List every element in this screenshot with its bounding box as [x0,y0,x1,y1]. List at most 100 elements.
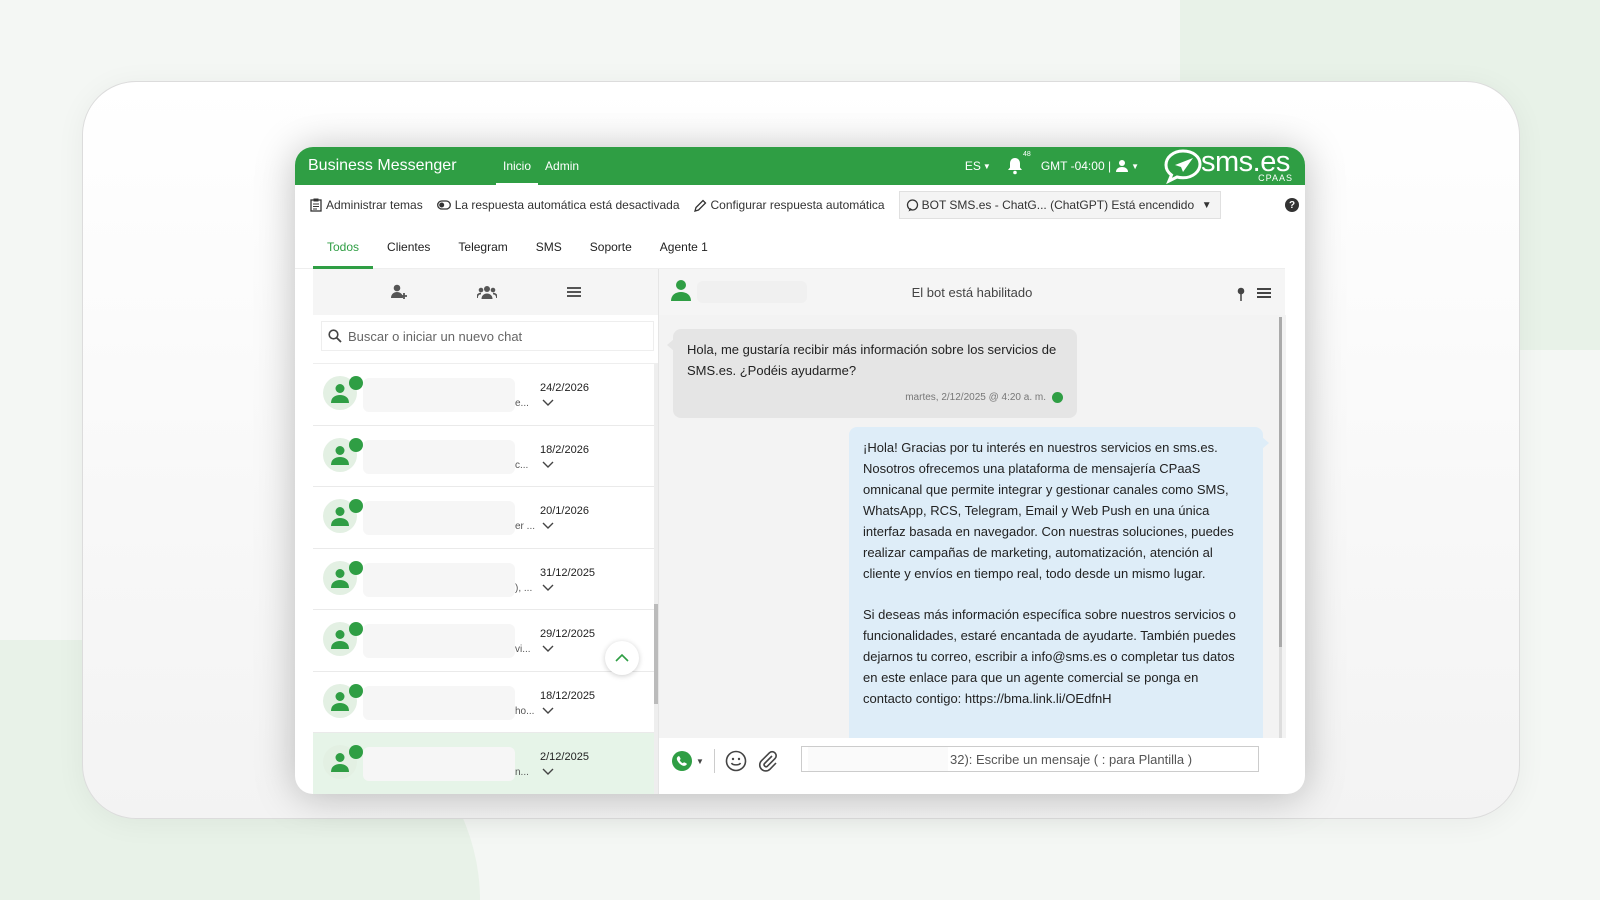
chat-list-item[interactable]: c... 18/2/2026 [313,426,658,487]
tab-agente-1[interactable]: Agente 1 [646,225,722,268]
message-area: Hola, me gustaría recibir más informació… [659,315,1286,738]
chat-date: 31/12/2025 [540,566,596,579]
chevron-down-icon[interactable] [542,522,554,529]
pencil-icon [693,199,706,212]
add-contact-icon[interactable] [390,284,408,300]
message-composer: ▼ 32): Escribe un mensaje ( : para Plant… [659,738,1286,784]
menu-icon[interactable] [567,286,582,298]
whatsapp-icon [349,437,363,452]
chevron-down-icon[interactable] [542,584,554,591]
chat-date: 24/2/2026 [540,382,589,394]
contact-name [363,747,515,781]
tab-telegram[interactable]: Telegram [444,225,521,268]
bot-bubble-icon [906,198,918,211]
sms-es-logo: sms.es CPAAS [1157,147,1305,185]
message-snippet: ), ... [515,582,533,594]
person-icon [331,507,349,526]
whatsapp-icon [349,683,363,698]
tab-clientes[interactable]: Clientes [373,225,444,268]
search-icon [328,329,342,343]
chevron-down-icon[interactable] [542,461,554,468]
message-snippet: ho... [515,705,535,717]
person-icon [331,630,349,649]
group-icon[interactable] [477,284,498,300]
notification-count: 48 [1023,151,1031,158]
toolbar: Administrar temas La respuesta automátic… [295,185,1305,225]
message-snippet: c... [515,459,529,471]
language-selector[interactable]: ES ▼ [965,159,991,173]
attachment-icon[interactable] [757,750,779,772]
nav-inicio[interactable]: Inicio [496,147,539,185]
auto-reply-toggle[interactable]: La respuesta automática está desactivada [436,198,680,212]
chat-list-item[interactable]: n... 2/12/2025 [313,733,658,794]
chevron-down-icon[interactable] [542,399,554,406]
tab-soporte[interactable]: Soporte [576,225,646,268]
bot-select-value: BOT SMS.es - ChatG... (ChatGPT) Está enc… [921,198,1195,212]
bell-icon [1007,158,1022,175]
chat-date: 20/1/2026 [540,505,589,517]
chat-list-item[interactable]: ), ... 31/12/2025 [313,549,658,610]
caret-down-icon: ▼ [982,161,991,171]
user-menu[interactable]: GMT -04:00 | ▼ [1041,159,1139,173]
manage-topics-button[interactable]: Administrar temas [310,198,423,212]
incoming-message-text: Hola, me gustaría recibir más informació… [687,342,1057,378]
whatsapp-icon [1052,392,1063,403]
chat-list-item[interactable]: er ... 20/1/2026 [313,487,658,549]
chevron-up-icon [615,654,629,662]
message-timestamp: martes, 2/12/2025 @ 4:20 a. m. [905,392,1046,403]
chevron-down-icon[interactable] [542,645,554,652]
chat-date: 18/2/2026 [540,443,589,456]
caret-down-icon: ▼ [1131,161,1139,171]
notifications-button[interactable]: 48 [1007,151,1031,175]
chat-date: 29/12/2025 [540,628,596,640]
contact-name [363,501,515,535]
conversation-header: El bot está habilitado [659,269,1285,315]
scrollbar-thumb[interactable] [1279,317,1282,647]
conversation-panel: El bot está habilitado Hola, me gustaría… [658,269,1286,794]
manage-topics-label: Administrar temas [326,198,423,212]
menu-icon[interactable] [1257,287,1271,299]
message-snippet: e... [515,398,529,409]
help-icon[interactable]: ? [1285,198,1299,212]
scroll-to-top-button[interactable] [605,641,639,675]
emoji-icon[interactable] [725,750,747,772]
whatsapp-icon [349,745,363,759]
top-bar: Business Messenger Inicio Admin ES ▼ 48 G… [295,147,1305,185]
message-snippet: vi... [515,644,531,655]
chat-list: e... 24/2/2026 c... 18/2/2026 er ... 20/1/202… [313,363,658,794]
caret-down-icon: ▼ [696,756,704,766]
tab-todos[interactable]: Todos [313,225,374,269]
nav-admin[interactable]: Admin [538,147,586,185]
pin-icon[interactable] [1237,287,1245,301]
message-input[interactable]: 32): Escribe un mensaje ( : para Plantil… [801,746,1259,772]
person-icon [331,384,349,403]
language-label: ES [964,159,981,173]
search-input[interactable]: Buscar o iniciar un nuevo chat [321,321,654,351]
clipboard-icon [310,198,322,212]
chevron-down-icon[interactable] [542,768,554,775]
bot-select[interactable]: BOT SMS.es - ChatG... (ChatGPT) Está enc… [898,191,1221,219]
incoming-message: Hola, me gustaría recibir más informació… [667,329,1077,418]
timezone-label: GMT -04:00 | [1040,159,1112,173]
message-snippet: er ... [515,521,536,532]
tab-sms[interactable]: SMS [522,225,576,268]
contact-name [363,378,515,412]
contact-name [363,439,515,474]
chevron-down-icon[interactable] [542,707,554,714]
message-snippet: n... [515,767,529,778]
auto-reply-status: La respuesta automática está desactivada [454,198,680,212]
logo-subtext: CPAAS [1258,173,1293,183]
chat-list-actions [313,269,658,315]
contact-name [363,624,515,658]
whatsapp-icon [349,622,363,636]
configure-auto-reply-label: Configurar respuesta automática [710,198,885,212]
chat-list-item[interactable]: e... 24/2/2026 [313,364,658,426]
search-placeholder: Buscar o iniciar un nuevo chat [348,328,523,344]
person-icon [331,691,349,711]
channel-selector[interactable]: ▼ [671,750,704,772]
person-icon [331,445,349,465]
whatsapp-icon [349,376,363,390]
chat-list-item[interactable]: ho... 18/12/2025 [313,672,658,733]
configure-auto-reply-button[interactable]: Configurar respuesta automática [693,198,885,212]
dropdown-arrow-icon: ▼ [1201,199,1212,211]
